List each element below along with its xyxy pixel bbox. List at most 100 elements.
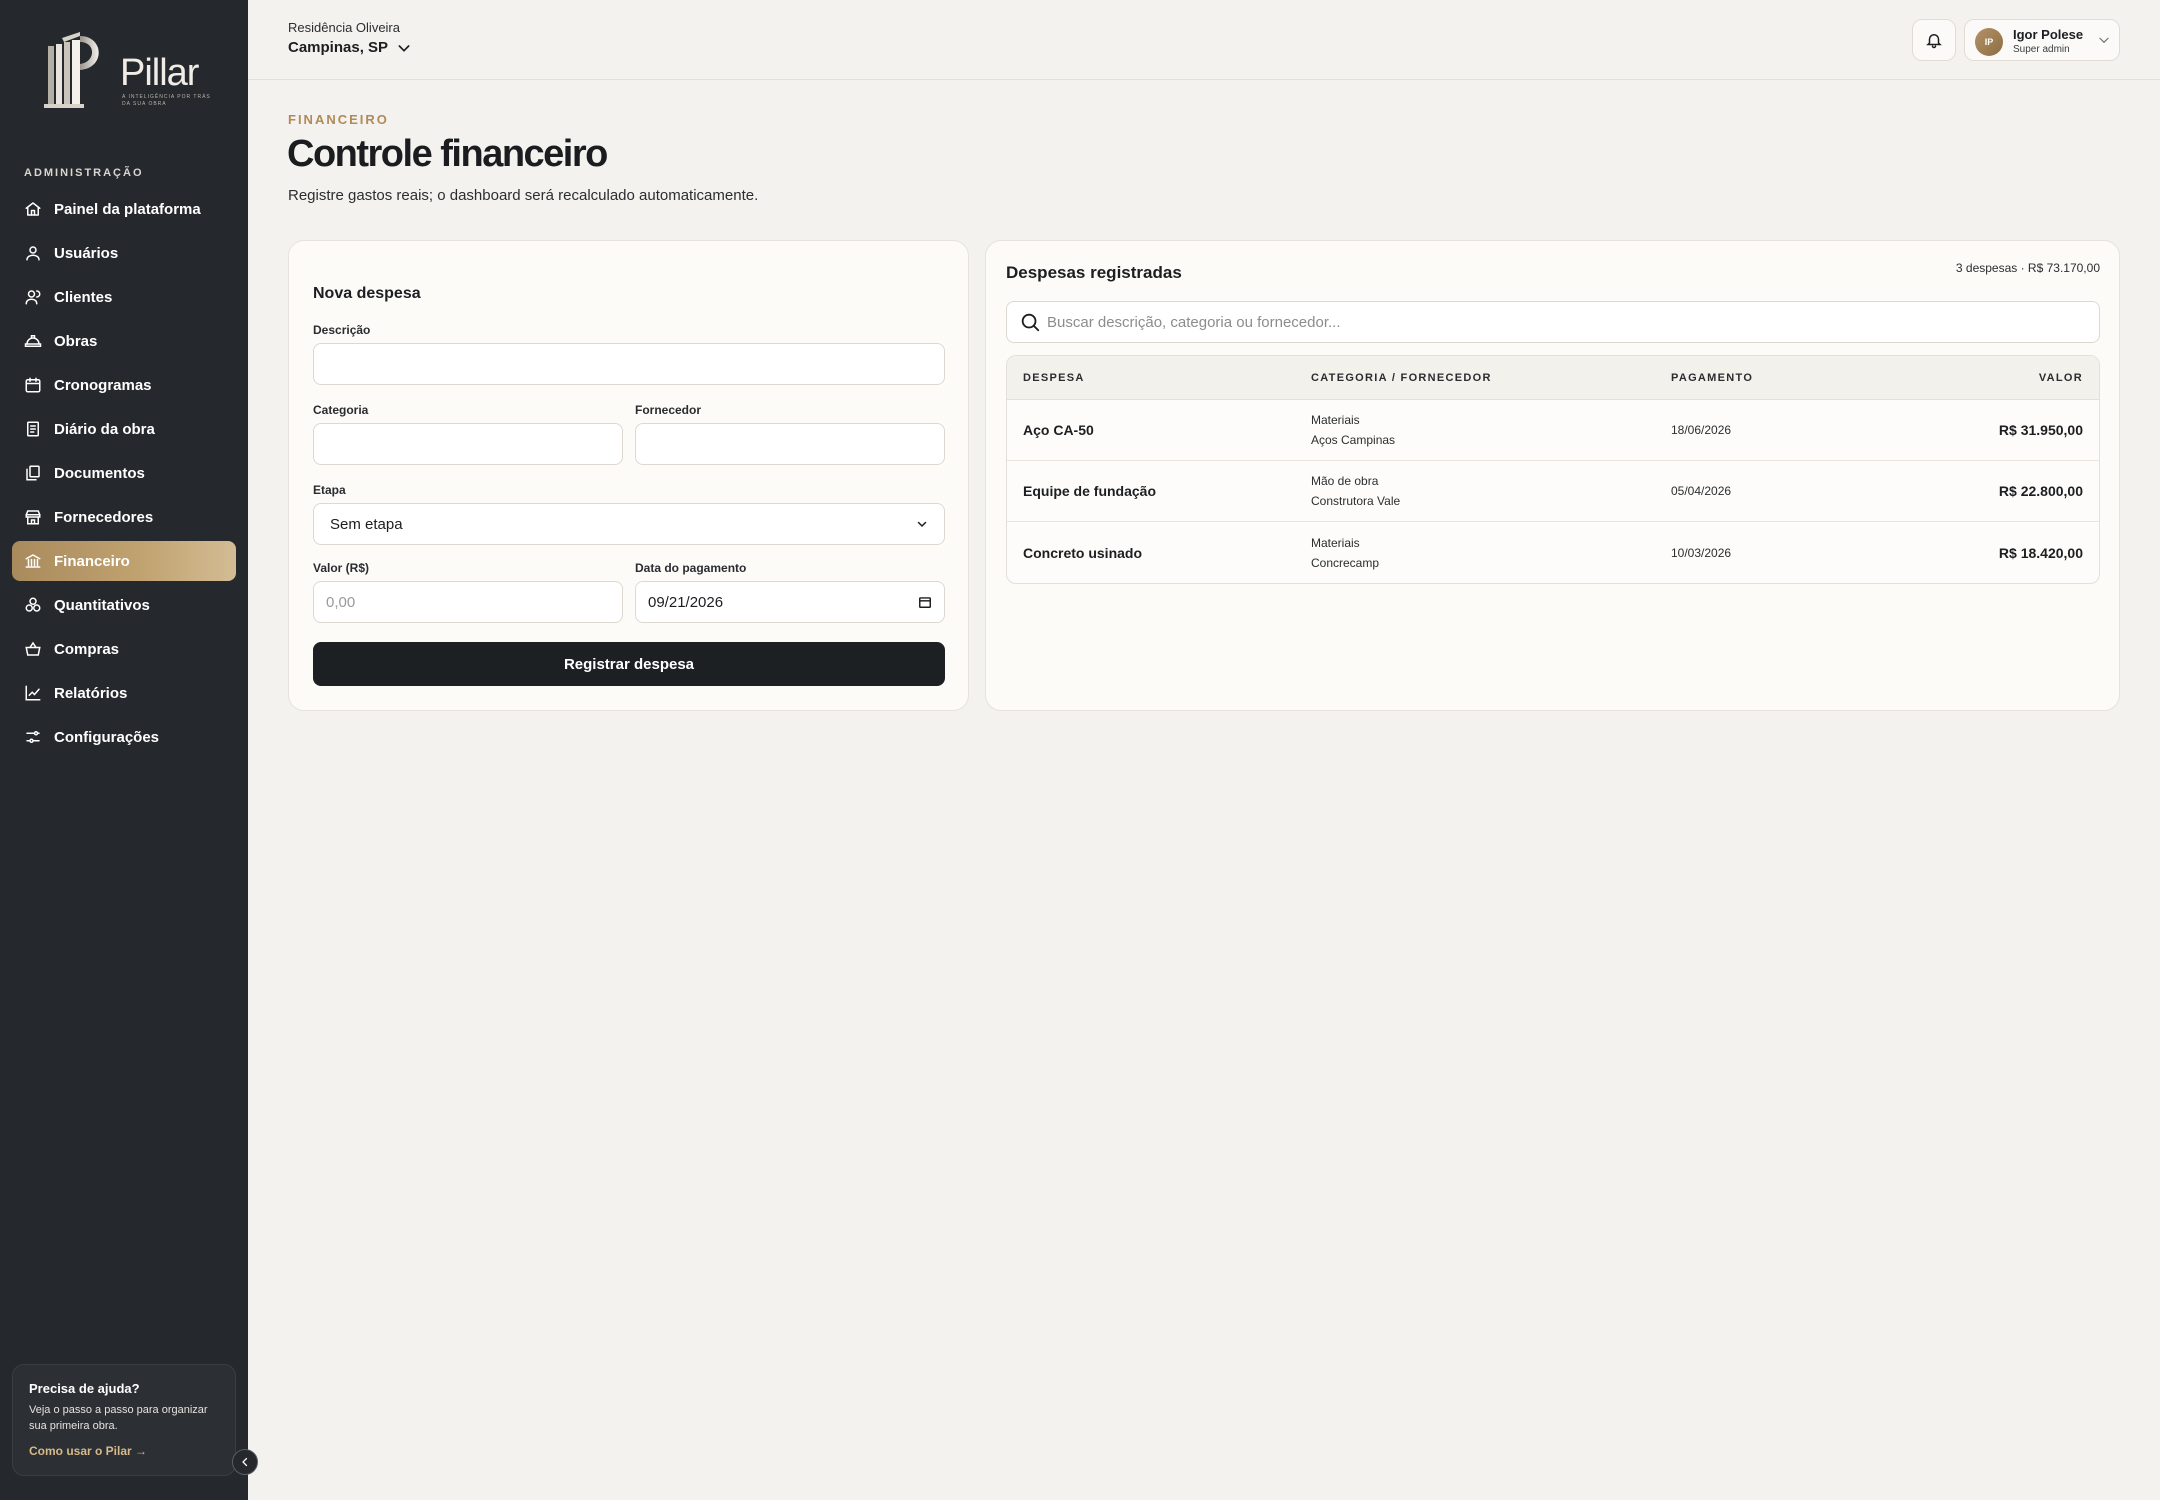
categoria-input[interactable] [313, 423, 623, 465]
data-pagamento-label: Data do pagamento [635, 561, 747, 575]
sidebar: Pillar A INTELIGÊNCIA POR TRÁS DA SUA OB… [0, 0, 258, 1500]
home-icon [24, 200, 42, 218]
expense-name: Equipe de fundação [1023, 483, 1157, 499]
column-header-despesa[interactable]: DESPESA [1007, 372, 1311, 384]
data-pagamento-input[interactable]: 09/21/2026 [635, 581, 945, 623]
search-input[interactable] [1047, 313, 2047, 331]
project-selector[interactable]: Campinas, SP [288, 39, 412, 56]
sidebar-nav: Painel da plataforma Usuários Clientes O… [12, 189, 236, 761]
expense-category-supplier: Materiais Concrecamp [1311, 533, 1671, 573]
chart-icon [24, 684, 42, 702]
pillar-logo-icon [44, 32, 99, 108]
descricao-input[interactable] [313, 343, 945, 385]
page-subtitle: Registre gastos reais; o dashboard será … [288, 187, 759, 204]
sidebar-item-configuracoes[interactable]: Configurações [12, 717, 236, 757]
user-name: Igor Polese [2013, 27, 2084, 42]
sidebar-item-clientes[interactable]: Clientes [12, 277, 236, 317]
new-expense-card: Nova despesa Descrição Categoria Fornece… [288, 240, 969, 711]
section-label-admin: ADMINISTRAÇÃO [24, 167, 144, 179]
expenses-summary: 3 despesas · R$ 73.170,00 [1955, 261, 2100, 275]
pillar-logo[interactable]: Pillar A INTELIGÊNCIA POR TRÁS DA SUA OB… [40, 30, 220, 115]
notifications-button[interactable] [1912, 19, 1956, 61]
etapa-select[interactable]: Sem etapa [313, 503, 945, 545]
user-menu-button[interactable]: IP Igor Polese Super admin [1964, 19, 2120, 61]
logo-wordmark: Pillar [120, 52, 199, 94]
table-row[interactable]: Equipe de fundação Mão de obra Construto… [1007, 461, 2099, 522]
help-link[interactable]: Como usar o Pilar → [29, 1444, 219, 1458]
column-header-categoria[interactable]: CATEGORIA / FORNECEDOR [1311, 372, 1671, 384]
bell-icon [1926, 34, 1942, 49]
expense-name: Aço CA-50 [1023, 422, 1094, 438]
sidebar-item-obras[interactable]: Obras [12, 321, 236, 361]
chevron-down-icon [398, 44, 410, 52]
help-card: Precisa de ajuda? Veja o passo a passo p… [12, 1364, 236, 1476]
sidebar-item-relatorios[interactable]: Relatórios [12, 673, 236, 713]
basket-icon [24, 640, 42, 658]
sidebar-item-label: Relatórios [54, 684, 128, 702]
fornecedor-label: Fornecedor [635, 403, 702, 417]
sidebar-item-label: Usuários [54, 244, 119, 262]
expense-supplier: Construtora Vale [1311, 494, 1401, 508]
table-header: DESPESA CATEGORIA / FORNECEDOR PAGAMENTO… [1007, 356, 2099, 400]
documents-icon [24, 464, 42, 482]
sidebar-item-financeiro[interactable]: Financeiro [12, 541, 236, 581]
sidebar-item-diario[interactable]: Diário da obra [12, 409, 236, 449]
sidebar-item-label: Documentos [54, 464, 145, 482]
helmet-icon [24, 332, 42, 350]
expense-supplier: Aços Campinas [1311, 433, 1396, 447]
column-header-pagamento[interactable]: PAGAMENTO [1671, 372, 1931, 384]
etapa-selected-value: Sem etapa [330, 515, 403, 533]
client-icon [24, 288, 42, 306]
expense-value: R$ 31.950,00 [1998, 422, 2083, 438]
sidebar-item-quantitativos[interactable]: Quantitativos [12, 585, 236, 625]
expense-date: 18/06/2026 [1671, 423, 1732, 437]
chevron-down-icon [2099, 37, 2109, 44]
logo-tagline: A INTELIGÊNCIA POR TRÁS DA SUA OBRA [122, 94, 211, 107]
expense-category: Materiais [1311, 413, 1360, 427]
fornecedor-input[interactable] [635, 423, 945, 465]
page-eyebrow: FINANCEIRO [288, 112, 389, 127]
expense-supplier: Concrecamp [1311, 555, 1380, 570]
sidebar-item-label: Quantitativos [54, 596, 150, 614]
table-row[interactable]: Concreto usinado Materiais Concrecamp 10… [1007, 522, 2099, 583]
sidebar-item-usuarios[interactable]: Usuários [12, 233, 236, 273]
avatar: IP [1975, 28, 2003, 56]
column-header-valor[interactable]: VALOR [1931, 372, 2099, 384]
expenses-card: Despesas registradas 3 despesas · R$ 73.… [985, 240, 2120, 711]
sidebar-item-compras[interactable]: Compras [12, 629, 236, 669]
help-title: Precisa de ajuda? [29, 1381, 140, 1396]
sidebar-item-label: Obras [54, 332, 98, 350]
sidebar-item-painel[interactable]: Painel da plataforma [12, 189, 236, 229]
collapse-sidebar-button[interactable] [232, 1449, 258, 1475]
sidebar-item-fornecedores[interactable]: Fornecedores [12, 497, 236, 537]
settings-icon [24, 728, 42, 746]
expense-category-supplier: Mão de obra Construtora Vale [1311, 471, 1671, 511]
expenses-table: DESPESA CATEGORIA / FORNECEDOR PAGAMENTO… [1006, 355, 2100, 584]
calendar-icon[interactable] [918, 595, 932, 609]
notebook-icon [24, 420, 42, 438]
blocks-icon [24, 596, 42, 614]
register-expense-button[interactable]: Registrar despesa [313, 642, 945, 686]
sidebar-item-cronogramas[interactable]: Cronogramas [12, 365, 236, 405]
sidebar-item-label: Financeiro [54, 552, 130, 570]
expenses-title: Despesas registradas [1006, 263, 1182, 282]
sidebar-item-label: Configurações [54, 728, 160, 746]
categoria-label: Categoria [313, 403, 369, 417]
help-text: Veja o passo a passo para organizar sua … [29, 1404, 208, 1432]
expense-category: Mão de obra [1311, 474, 1379, 488]
table-row[interactable]: Aço CA-50 Materiais Aços Campinas 18/06/… [1007, 400, 2099, 461]
valor-input[interactable] [313, 581, 623, 623]
form-title: Nova despesa [313, 285, 421, 302]
sidebar-item-label: Cronogramas [54, 376, 152, 394]
expense-value: R$ 22.800,00 [1998, 483, 2083, 499]
sidebar-item-label: Diário da obra [54, 420, 155, 438]
etapa-label: Etapa [313, 483, 346, 497]
expense-category: Materiais [1311, 535, 1360, 550]
expense-category-supplier: Materiais Aços Campinas [1311, 410, 1671, 450]
bank-icon [24, 552, 42, 570]
sidebar-item-documentos[interactable]: Documentos [12, 453, 236, 493]
sidebar-item-label: Fornecedores [54, 508, 154, 526]
user-icon [24, 244, 42, 262]
store-icon [24, 508, 42, 526]
descricao-label: Descrição [313, 323, 371, 337]
